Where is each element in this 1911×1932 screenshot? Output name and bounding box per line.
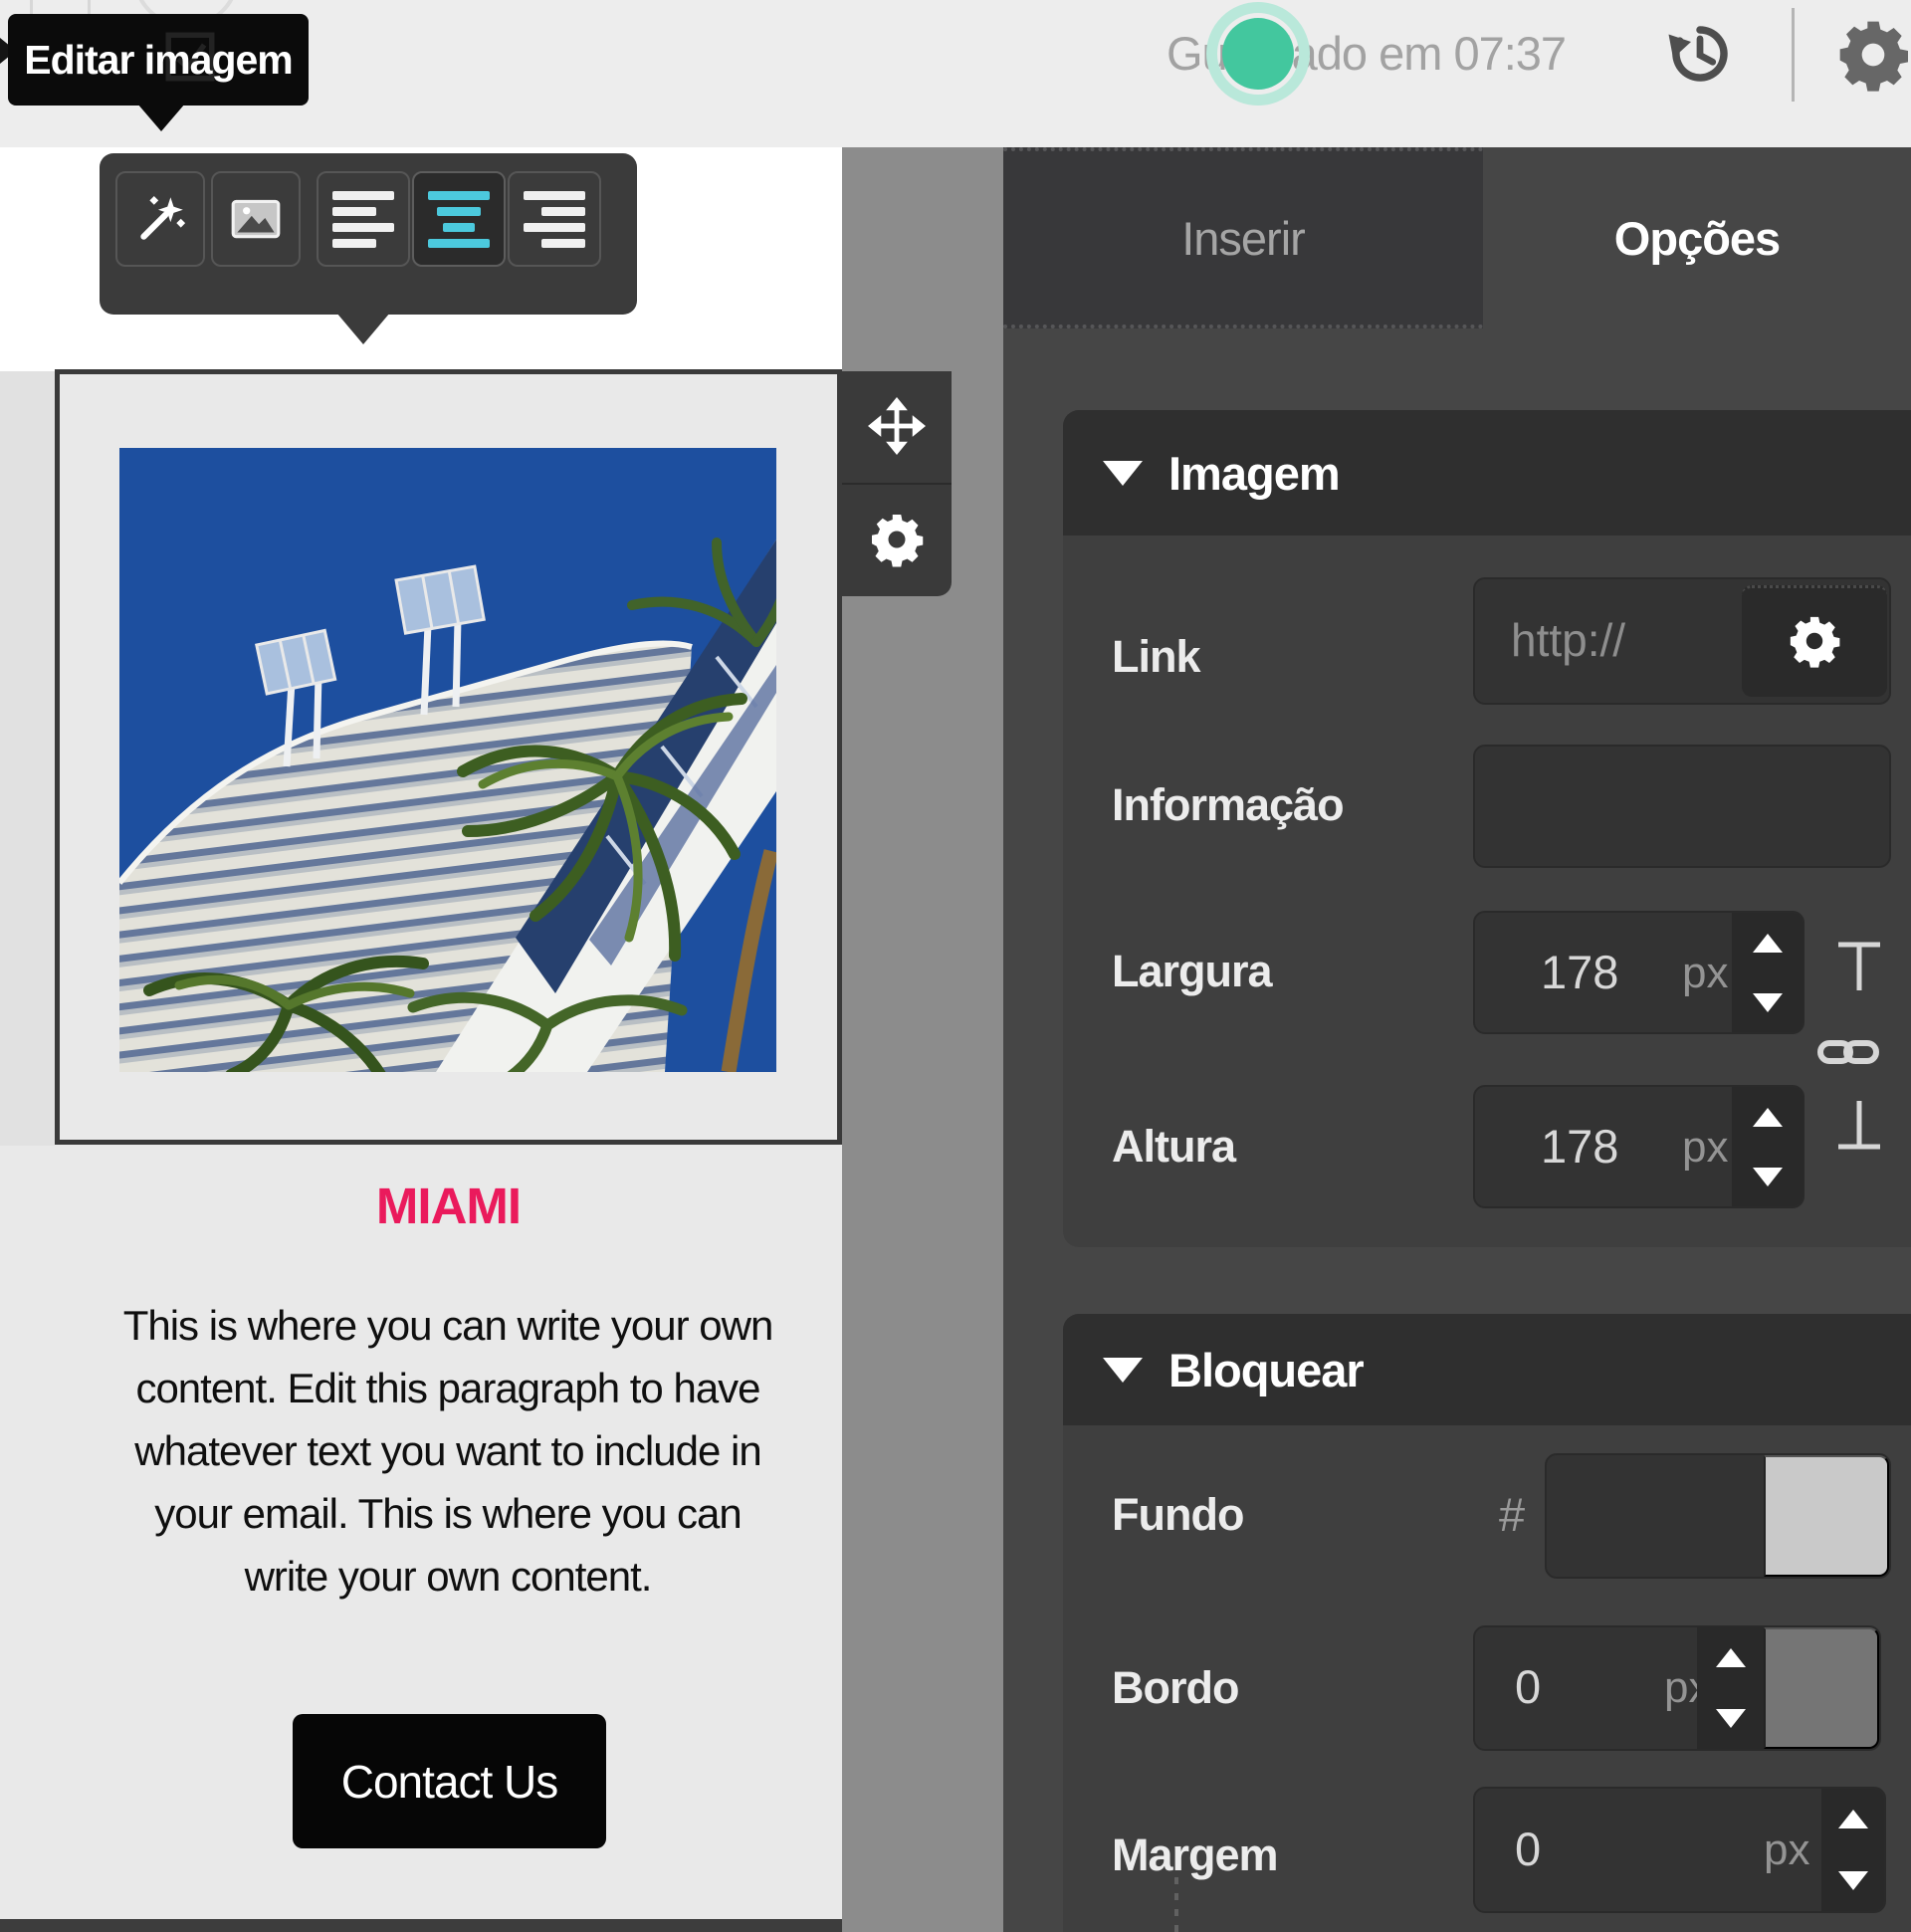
align-left-button[interactable] <box>317 171 410 267</box>
bordo-color-swatch[interactable] <box>1764 1627 1879 1749</box>
section-imagem-header[interactable]: Imagem <box>1063 410 1911 536</box>
largura-label: Largura <box>1112 946 1272 997</box>
block-handles <box>842 371 952 596</box>
arrow-up-icon <box>1838 1810 1868 1828</box>
arrow-up-icon <box>1753 934 1783 953</box>
section-imagem-title: Imagem <box>1168 446 1340 501</box>
align-center-icon <box>428 191 490 248</box>
email-heading[interactable]: MIAMI <box>55 1177 842 1235</box>
collapse-triangle-icon <box>1103 1358 1143 1383</box>
link-placeholder: http:// <box>1511 613 1625 667</box>
arrow-down-icon <box>1838 1871 1868 1890</box>
email-editor-app: Guardado em 07:37 <box>0 0 1911 1932</box>
arrow-down-icon <box>1753 993 1783 1012</box>
tooltip-label: Editar imagem <box>24 37 293 84</box>
largura-stepper <box>1732 913 1803 1032</box>
informacao-label: Informação <box>1112 779 1344 831</box>
section-bloquear-title: Bloquear <box>1168 1343 1364 1397</box>
bordo-step-down-button[interactable] <box>1697 1688 1764 1749</box>
magic-wand-icon <box>131 189 189 250</box>
bordo-step-up-button[interactable] <box>1697 1627 1764 1688</box>
tab-inserir[interactable]: Inserir <box>1003 147 1483 328</box>
canvas-bottom-bar <box>0 1919 842 1932</box>
gear-icon <box>1833 83 1911 98</box>
largura-input[interactable]: 178 px <box>1473 911 1805 1034</box>
bordo-label: Bordo <box>1112 1662 1238 1714</box>
margem-stepper <box>1821 1789 1884 1911</box>
align-center-button[interactable] <box>412 171 506 267</box>
arrow-up-icon <box>1716 1648 1746 1667</box>
altura-unit: px <box>1682 1123 1728 1173</box>
image-toolbar-arrow <box>336 313 390 344</box>
image-picker-button[interactable] <box>211 171 301 267</box>
link-settings-button[interactable] <box>1742 585 1887 697</box>
tab-opcoes[interactable]: Opções <box>1483 147 1911 328</box>
altura-step-down-button[interactable] <box>1732 1147 1803 1206</box>
arrow-down-icon <box>1716 1709 1746 1728</box>
collapse-triangle-icon <box>1103 461 1143 486</box>
saving-spinner-dot <box>1222 18 1294 90</box>
history-icon <box>1662 78 1738 93</box>
largura-value: 178 <box>1541 945 1618 999</box>
largura-unit: px <box>1682 949 1728 998</box>
ghost-button-outline <box>30 0 33 15</box>
largura-step-up-button[interactable] <box>1732 913 1803 972</box>
align-bottom-icon <box>1835 1097 1883 1156</box>
altura-input[interactable]: 178 px <box>1473 1085 1805 1208</box>
move-block-handle[interactable] <box>842 371 952 483</box>
block-settings-handle[interactable] <box>842 485 952 596</box>
chain-link-icon <box>1816 1060 1880 1075</box>
fundo-input[interactable] <box>1545 1453 1891 1579</box>
move-icon <box>868 397 926 458</box>
informacao-input[interactable] <box>1473 745 1891 868</box>
section-bloquear-header[interactable]: Bloquear <box>1063 1314 1911 1425</box>
topbar-divider <box>1792 8 1795 102</box>
align-top-icon <box>1835 941 1883 999</box>
tooltip-editar-imagem: Editar imagem <box>8 14 309 106</box>
settings-button[interactable] <box>1831 14 1911 98</box>
align-left-icon <box>332 191 394 248</box>
bordo-value: 0 <box>1515 1659 1541 1714</box>
arrow-up-icon <box>1753 1108 1783 1127</box>
margem-unit: px <box>1764 1825 1809 1875</box>
link-dimensions-button[interactable] <box>1815 1031 1881 1075</box>
arrow-down-icon <box>1753 1168 1783 1186</box>
altura-step-up-button[interactable] <box>1732 1087 1803 1147</box>
link-label: Link <box>1112 631 1200 683</box>
margem-step-down-button[interactable] <box>1821 1850 1884 1912</box>
largura-step-down-button[interactable] <box>1732 972 1803 1032</box>
history-button[interactable] <box>1660 16 1740 94</box>
margem-input[interactable]: 0 px <box>1473 1787 1886 1913</box>
altura-stepper <box>1732 1087 1803 1206</box>
gear-icon <box>1786 612 1843 673</box>
margem-value: 0 <box>1515 1822 1541 1876</box>
image-icon <box>227 189 285 250</box>
bordo-stepper <box>1697 1627 1764 1749</box>
altura-label: Altura <box>1112 1121 1235 1173</box>
bordo-input[interactable]: 0 px <box>1473 1625 1881 1751</box>
fundo-hash-prefix: # <box>1499 1487 1525 1542</box>
contact-us-button[interactable]: Contact Us <box>293 1714 606 1848</box>
miami-photo[interactable] <box>119 448 776 1072</box>
fundo-color-swatch[interactable] <box>1764 1455 1889 1577</box>
margem-step-up-button[interactable] <box>1821 1789 1884 1850</box>
fundo-label: Fundo <box>1112 1489 1243 1541</box>
canvas-left-margin <box>0 371 55 1146</box>
align-right-button[interactable] <box>508 171 601 267</box>
altura-value: 178 <box>1541 1119 1618 1174</box>
top-bar: Guardado em 07:37 <box>0 0 1911 147</box>
tooltip-arrow <box>137 104 185 131</box>
dotted-guide-line <box>1174 1877 1178 1932</box>
align-right-icon <box>524 191 585 248</box>
link-input[interactable]: http:// <box>1473 577 1891 705</box>
margem-label: Margem <box>1112 1829 1278 1881</box>
gear-icon <box>867 510 927 572</box>
magic-wand-button[interactable] <box>115 171 205 267</box>
email-paragraph[interactable]: This is where you can write your own con… <box>112 1294 783 1608</box>
